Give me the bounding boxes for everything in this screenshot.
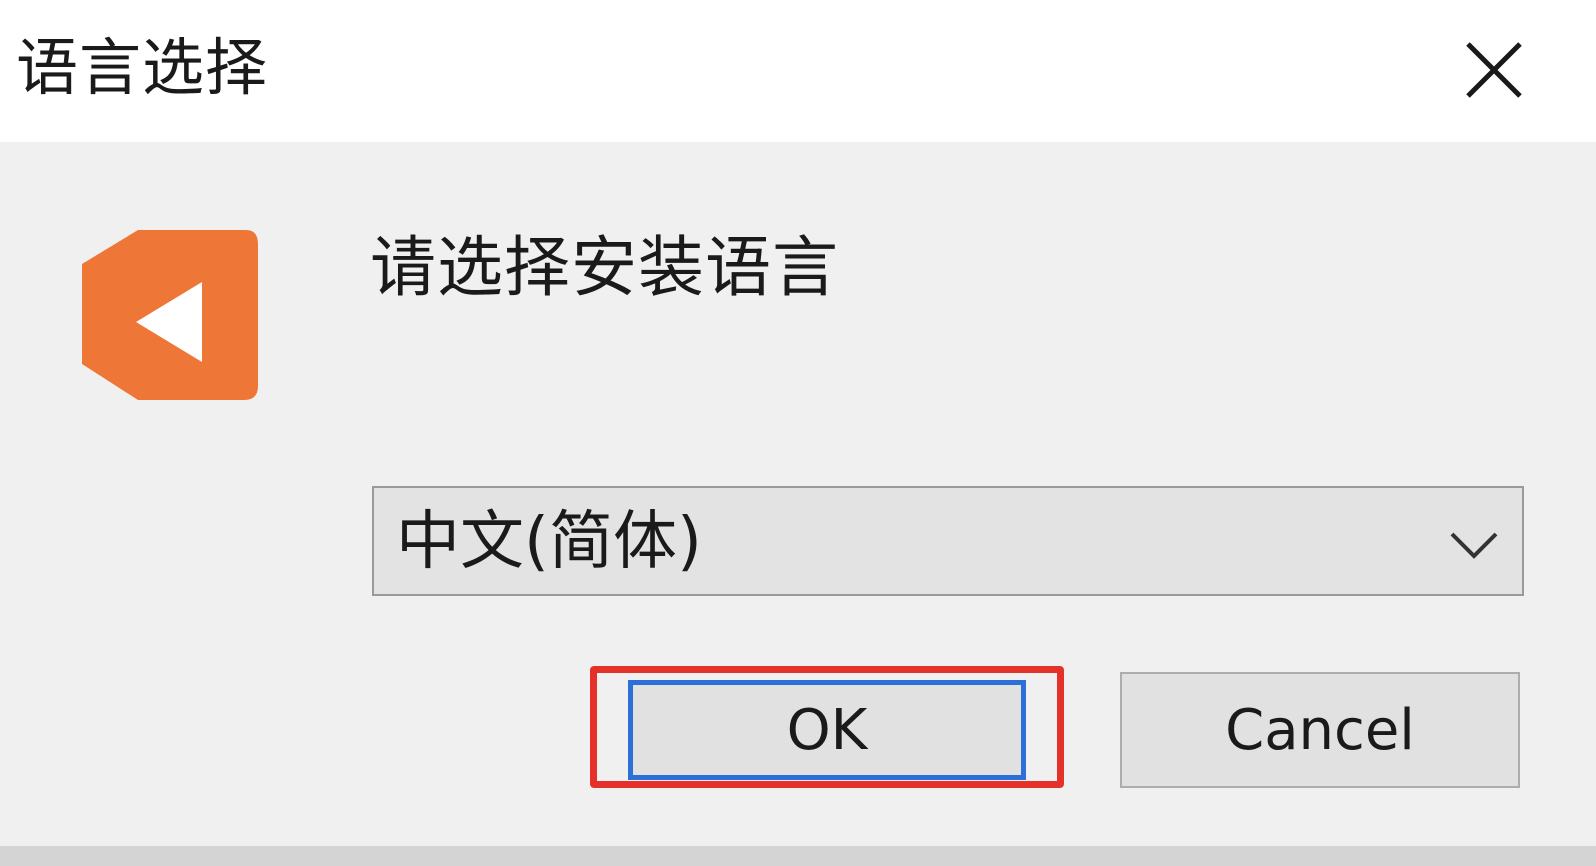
window-bottom-edge [0, 846, 1596, 866]
app-logo-icon [82, 230, 258, 400]
ok-button[interactable]: OK [628, 680, 1026, 780]
close-icon [1466, 42, 1522, 98]
install-language-prompt: 请选择安装语言 [370, 229, 839, 306]
selected-language: 中文(简体) [396, 505, 702, 579]
title-bar: 语言选择 [0, 0, 1596, 142]
cancel-button[interactable]: Cancel [1120, 672, 1520, 788]
close-button[interactable] [1446, 22, 1542, 118]
language-select-dialog: 语言选择 请选择安装语言 中文(简体) OK Cancel [0, 0, 1596, 866]
window-title: 语言选择 [16, 31, 269, 104]
dialog-body: 请选择安装语言 中文(简体) OK Cancel [0, 142, 1596, 846]
chevron-down-icon[interactable] [1446, 516, 1502, 572]
language-dropdown[interactable]: 中文(简体) [372, 486, 1524, 596]
